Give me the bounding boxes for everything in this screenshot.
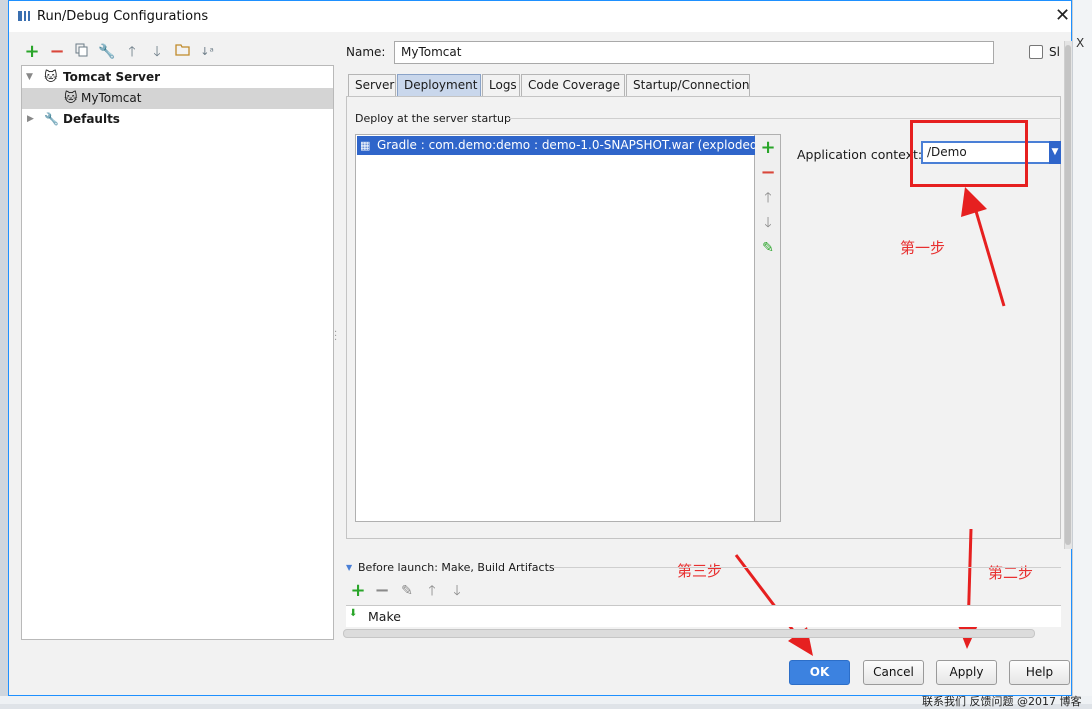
- application-context-label: Application context:: [797, 147, 923, 162]
- tab-code-coverage[interactable]: Code Coverage: [521, 74, 625, 96]
- remove-icon[interactable]: −: [373, 582, 391, 600]
- add-icon[interactable]: +: [23, 43, 41, 61]
- folder-icon[interactable]: [173, 43, 191, 61]
- add-icon[interactable]: +: [349, 582, 367, 600]
- wrench-icon[interactable]: 🔧: [98, 43, 116, 61]
- configuration-tree: ▼ 🐱 Tomcat Server 🐱 MyTomcat ▶ 🔧 Default…: [21, 65, 334, 640]
- tree-item-tomcat-server[interactable]: ▼ 🐱 Tomcat Server: [22, 67, 333, 88]
- cancel-button[interactable]: Cancel: [863, 660, 924, 685]
- before-launch-label: Before launch: Make, Build Artifacts: [358, 561, 555, 574]
- add-icon[interactable]: +: [759, 139, 777, 157]
- deploy-list-toolbar: + − 🡑 🡓 ✎: [755, 134, 781, 522]
- background-label: X: [1076, 36, 1085, 50]
- move-down-icon[interactable]: 🡓: [759, 214, 777, 232]
- wrench-icon: 🔧: [44, 112, 59, 126]
- annotation-step2: 第二步: [988, 564, 1034, 582]
- share-label: Sl: [1049, 45, 1060, 59]
- tab-deployment[interactable]: Deployment: [397, 74, 481, 96]
- section-divider: [554, 567, 1061, 568]
- move-down-icon[interactable]: 🡓: [148, 43, 166, 61]
- tree-item-label: Defaults: [63, 112, 120, 126]
- apply-button[interactable]: Apply: [936, 660, 997, 685]
- annotation-step1: 第一步: [900, 239, 946, 257]
- move-up-icon[interactable]: 🡑: [759, 189, 777, 207]
- tab-startup-connection[interactable]: Startup/Connection: [626, 74, 750, 96]
- make-icon: ⬇: [349, 608, 358, 619]
- name-input[interactable]: MyTomcat: [394, 41, 994, 64]
- edit-pencil-icon[interactable]: ✎: [398, 582, 416, 600]
- annotation-highlight-box: [910, 120, 1028, 187]
- background-window-left: [0, 0, 8, 704]
- move-up-icon[interactable]: 🡑: [123, 43, 141, 61]
- artifact-icon: ▦: [360, 139, 371, 152]
- tomcat-icon: 🐱: [44, 70, 58, 85]
- tree-item-label: MyTomcat: [81, 91, 142, 105]
- chevron-down-icon[interactable]: ▼: [1049, 141, 1061, 164]
- deploy-artifacts-list[interactable]: ▦ Gradle : com.demo:demo : demo-1.0-SNAP…: [355, 134, 755, 522]
- move-up-icon[interactable]: 🡑: [423, 582, 441, 600]
- title-bar: Run/Debug Configurations ✕: [9, 1, 1071, 32]
- run-debug-icon: [17, 9, 33, 23]
- tab-logs[interactable]: Logs: [482, 74, 520, 96]
- collapsed-arrow-icon[interactable]: ▶: [27, 109, 34, 130]
- name-label: Name:: [346, 45, 386, 59]
- deploy-section-label: Deploy at the server startup: [355, 112, 512, 125]
- window-title: Run/Debug Configurations: [37, 9, 209, 24]
- tomcat-icon: 🐱: [64, 91, 78, 106]
- copy-icon[interactable]: [73, 43, 91, 61]
- move-down-icon[interactable]: 🡓: [448, 582, 466, 600]
- tree-item-label: Tomcat Server: [63, 70, 161, 84]
- tab-server[interactable]: Server: [348, 74, 396, 96]
- splitter-handle[interactable]: · · ·: [334, 328, 337, 346]
- horizontal-scrollbar[interactable]: [343, 629, 1035, 638]
- tree-item-defaults[interactable]: ▶ 🔧 Defaults: [22, 109, 333, 130]
- remove-icon[interactable]: −: [48, 43, 66, 61]
- remove-icon[interactable]: −: [759, 164, 777, 182]
- run-debug-dialog: Run/Debug Configurations ✕ + − 🔧 🡑 🡓 ↓ᵃ …: [8, 0, 1072, 696]
- share-checkbox[interactable]: [1029, 45, 1043, 59]
- list-item[interactable]: Make: [368, 609, 401, 624]
- vertical-scrollbar-thumb[interactable]: [1065, 45, 1071, 545]
- tree-item-mytomcat[interactable]: 🐱 MyTomcat: [22, 88, 333, 109]
- collapse-arrow-icon[interactable]: ▼: [346, 563, 352, 572]
- section-divider: [509, 118, 1061, 119]
- expanded-arrow-icon[interactable]: ▼: [26, 67, 33, 88]
- background-window-right: X: [1072, 0, 1092, 704]
- list-item-label: Gradle : com.demo:demo : demo-1.0-SNAPSH…: [377, 138, 755, 152]
- help-button[interactable]: Help: [1009, 660, 1070, 685]
- before-launch-list[interactable]: ⬇ Make: [346, 605, 1061, 627]
- edit-pencil-icon[interactable]: ✎: [759, 239, 777, 257]
- list-item[interactable]: ▦ Gradle : com.demo:demo : demo-1.0-SNAP…: [357, 136, 755, 155]
- ok-button[interactable]: OK: [789, 660, 850, 685]
- annotation-step3: 第三步: [677, 562, 723, 580]
- close-icon[interactable]: ✕: [1055, 5, 1070, 26]
- sort-icon[interactable]: ↓ᵃ: [198, 43, 216, 61]
